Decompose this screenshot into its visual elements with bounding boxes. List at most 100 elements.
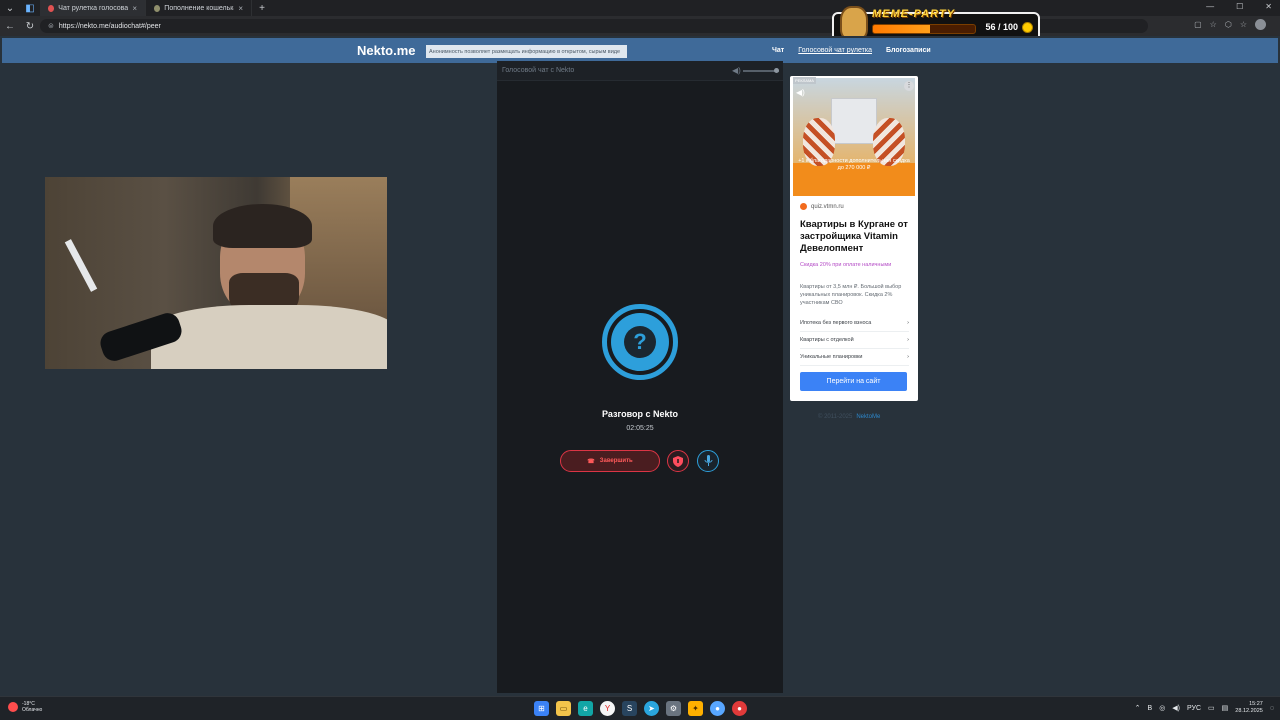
tab-label: Чат рулетка голосовая — H (58, 4, 129, 12)
minimize-icon[interactable]: — (1206, 2, 1214, 11)
meme-party-title: MEME-PARTY (872, 8, 955, 20)
voice-chat-toolbar: Голосовой чат с Nekto ◀) (497, 61, 783, 81)
conversation-timer: 02:05:25 (626, 425, 654, 432)
advertisement-card[interactable]: +1 к благодарности дополнительная скидка… (790, 76, 918, 401)
favorites-icon[interactable]: ☆ (1240, 20, 1247, 29)
site-header: Nekto.me Анонимность позволяет размещать… (2, 38, 1278, 63)
notification-app-icon[interactable]: ● (732, 701, 747, 716)
speaker-icon[interactable]: ◀) (1172, 704, 1180, 712)
phone-hangup-icon: ☎ (587, 458, 595, 465)
clock-date: 28.12.2025 (1235, 708, 1263, 714)
microphone-icon (704, 455, 712, 466)
telegram-icon[interactable]: ➤ (644, 701, 659, 716)
pinned-apps: ⊞ ▭ e Y S ➤ ⚙ ✦ ● ● (534, 701, 747, 716)
tray-overflow-icon[interactable]: ⌃ (1135, 704, 1141, 712)
maximize-icon[interactable]: ☐ (1236, 2, 1243, 11)
windows-taskbar: -18°C Облачно ⊞ ▭ e Y S ➤ ⚙ ✦ ● ● ⌃ B ◎ … (0, 696, 1280, 720)
weather-widget[interactable]: -18°C Облачно (8, 701, 42, 713)
nav-blog-link[interactable]: Блогозаписи (886, 47, 931, 54)
tab-menu-icon[interactable]: ⌄ (0, 3, 20, 14)
nav-chat-link[interactable]: Чат (772, 47, 784, 54)
battery-icon[interactable]: ▤ (1222, 704, 1229, 712)
sound-icon[interactable]: ◀) (796, 88, 805, 97)
steam-icon[interactable]: S (622, 701, 637, 716)
tray-app-icon[interactable]: B (1148, 705, 1153, 712)
back-arrow-icon[interactable]: ← (0, 21, 20, 32)
ad-link-label: Квартиры с отделкой (800, 337, 854, 343)
close-window-icon[interactable]: ✕ (1265, 2, 1272, 11)
address-bar-row: ← ↻ ⊜ https://nekto.me/audiochat#/peer ▢… (0, 16, 1280, 36)
extension-tab-icon[interactable]: ◧ (20, 3, 40, 14)
profile-avatar[interactable] (1255, 19, 1266, 30)
tab-chat-roulette[interactable]: Чат рулетка голосовая — H × (40, 0, 146, 16)
end-call-button[interactable]: ☎ Завершить (560, 450, 660, 472)
settings-icon[interactable]: ⚙ (666, 701, 681, 716)
ad-link-mortgage[interactable]: Ипотека без первого взноса › (800, 315, 909, 332)
ad-banner-image[interactable]: +1 к благодарности дополнительная скидка… (793, 78, 915, 196)
file-explorer-icon[interactable]: ▭ (556, 701, 571, 716)
url-text: https://nekto.me/audiochat#/peer (58, 22, 161, 30)
site-navigation: Чат Голосовой чат рулетка Блогозаписи (772, 47, 931, 54)
reload-icon[interactable]: ↻ (20, 21, 40, 32)
ad-description: Квартиры от 3,5 млн ₽. Большой выбор уни… (800, 284, 902, 306)
volume-slider-knob[interactable] (774, 68, 779, 73)
ad-menu-icon[interactable]: ⋮ (904, 81, 914, 91)
microphone-arm (64, 239, 98, 292)
interlocutor-avatar: ? (602, 304, 678, 380)
person-hair (213, 204, 312, 248)
end-call-label: Завершить (599, 458, 633, 464)
ad-link-label: Уникальные планировки (800, 354, 863, 360)
window-controls: — ☐ ✕ (1206, 2, 1272, 11)
volume-icon[interactable]: ◀) (732, 66, 741, 75)
nektome-link[interactable]: NektoMe (856, 414, 880, 420)
notification-bell-icon[interactable]: ◌ (1270, 705, 1274, 712)
meme-progress-bar (872, 24, 976, 34)
app-star-icon[interactable]: ✦ (688, 701, 703, 716)
question-mark-icon: ? (624, 326, 656, 358)
report-shield-button[interactable] (667, 450, 689, 472)
chevron-right-icon: › (907, 354, 909, 360)
browser-chrome: ⌄ ◧ Чат рулетка голосовая — H × Пополнен… (0, 0, 1280, 36)
ad-building-illustration (831, 98, 877, 144)
yandex-browser-icon[interactable]: Y (600, 701, 615, 716)
webcam-overlay (45, 177, 387, 369)
chevron-right-icon: › (907, 337, 909, 343)
close-icon[interactable]: × (132, 4, 137, 13)
shield-icon (673, 455, 683, 467)
toolbar-icons: ▢ ☆ ⬡ ☆ (1194, 19, 1266, 30)
ad-title[interactable]: Квартиры в Кургане от застройщика Vitami… (800, 219, 912, 255)
site-info-icon[interactable]: ⊜ (48, 22, 54, 30)
nekto-page: Nekto.me Анонимность позволяет размещать… (0, 36, 1280, 696)
ad-source[interactable]: quiz.vtmn.ru (800, 203, 844, 210)
tab-dragon-wallet[interactable]: Пополнение кошелька | Dragon × (146, 0, 252, 16)
nav-voice-roulette-link[interactable]: Голосовой чат рулетка (798, 47, 872, 54)
ad-link-finished-apartments[interactable]: Квартиры с отделкой › (800, 332, 909, 349)
edge-icon[interactable]: e (578, 701, 593, 716)
microphone-button[interactable] (697, 450, 719, 472)
ad-cta-button[interactable]: Перейти на сайт (800, 372, 907, 391)
coin-icon (1022, 22, 1033, 33)
ad-source-domain: quiz.vtmn.ru (811, 203, 844, 210)
wallet-tab-favicon-icon (154, 4, 161, 12)
ad-links: Ипотека без первого взноса › Квартиры с о… (800, 315, 909, 366)
start-icon[interactable]: ⊞ (534, 701, 549, 716)
clock[interactable]: 15:27 28.12.2025 (1235, 701, 1263, 715)
network-icon[interactable]: ◎ (1159, 704, 1165, 712)
droplet-app-icon[interactable]: ● (710, 701, 725, 716)
keyboard-language[interactable]: РУС (1187, 705, 1201, 712)
share-icon[interactable]: ▢ (1194, 20, 1202, 29)
chat-tab-favicon-icon (48, 4, 55, 12)
new-tab-button[interactable]: + (252, 3, 272, 14)
close-icon[interactable]: × (238, 4, 243, 13)
footer-copyright: © 2011-2025 NektoMe (818, 414, 880, 420)
display-icon[interactable]: ▭ (1208, 704, 1215, 712)
ad-link-unique-layouts[interactable]: Уникальные планировки › (800, 349, 909, 366)
voice-chat-title: Голосовой чат с Nekto (502, 67, 575, 74)
weather-text: -18°C Облачно (22, 701, 42, 713)
extensions-icon[interactable]: ⬡ (1225, 20, 1232, 29)
site-logo[interactable]: Nekto.me (357, 43, 416, 58)
ad-link-label: Ипотека без первого взноса (800, 320, 872, 326)
weather-description: Облачно (22, 707, 43, 713)
copyright-years: © 2011-2025 (818, 414, 853, 420)
bookmark-star-icon[interactable]: ☆ (1210, 20, 1217, 29)
